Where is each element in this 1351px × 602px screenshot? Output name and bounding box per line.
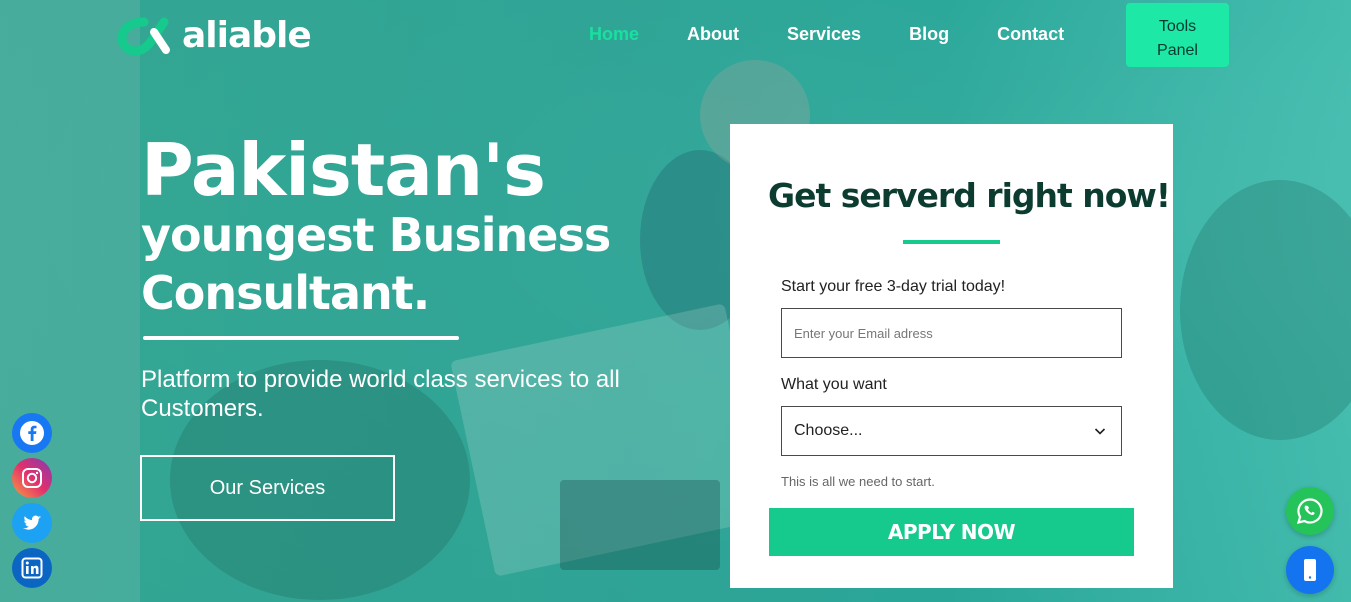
card-title: Get serverd right now! bbox=[768, 176, 1171, 215]
our-services-button[interactable]: Our Services bbox=[140, 455, 395, 521]
email-field[interactable] bbox=[781, 308, 1122, 358]
twitter-icon[interactable] bbox=[12, 503, 52, 543]
facebook-icon[interactable] bbox=[12, 413, 52, 453]
hero-headline-rest: youngest Business Consultant. bbox=[141, 206, 611, 322]
signup-card: Get serverd right now! Start your free 3… bbox=[730, 124, 1173, 588]
form-hint: This is all we need to start. bbox=[781, 474, 935, 489]
hero-divider bbox=[143, 336, 459, 340]
hero-headline-line2: youngest Business bbox=[141, 208, 611, 262]
tools-panel-line2: Panel bbox=[1157, 42, 1198, 59]
hero-headline-line1: Pakistan's bbox=[141, 128, 546, 212]
apply-now-button[interactable]: APPLY NOW bbox=[769, 508, 1134, 556]
nav-about[interactable]: About bbox=[687, 24, 739, 45]
nav-home[interactable]: Home bbox=[589, 24, 639, 45]
nav-services[interactable]: Services bbox=[787, 24, 861, 45]
logo[interactable]: aliable bbox=[116, 14, 312, 56]
logo-text: aliable bbox=[182, 14, 312, 56]
hero-subtitle: Platform to provide world class services… bbox=[141, 366, 620, 422]
hero-headline-line3: Consultant. bbox=[141, 266, 430, 320]
whatsapp-icon[interactable] bbox=[1286, 487, 1334, 535]
service-select[interactable]: Choose... bbox=[781, 406, 1122, 456]
service-select-value: Choose... bbox=[794, 422, 863, 439]
tools-panel-line1: Tools bbox=[1158, 18, 1197, 35]
nav-contact[interactable]: Contact bbox=[997, 24, 1064, 45]
main-nav: Home About Services Blog Contact bbox=[589, 24, 1112, 45]
trial-label: Start your free 3-day trial today! bbox=[781, 278, 1006, 295]
tools-panel-button[interactable]: Tools Panel bbox=[1126, 3, 1229, 67]
nav-blog[interactable]: Blog bbox=[909, 24, 949, 45]
phone-icon[interactable] bbox=[1286, 546, 1334, 594]
linkedin-icon[interactable] bbox=[12, 548, 52, 588]
instagram-icon[interactable] bbox=[12, 458, 52, 498]
card-divider bbox=[903, 240, 1000, 244]
logo-alpha-icon bbox=[117, 17, 170, 56]
want-label: What you want bbox=[781, 376, 887, 393]
chevron-down-icon bbox=[1094, 428, 1106, 435]
